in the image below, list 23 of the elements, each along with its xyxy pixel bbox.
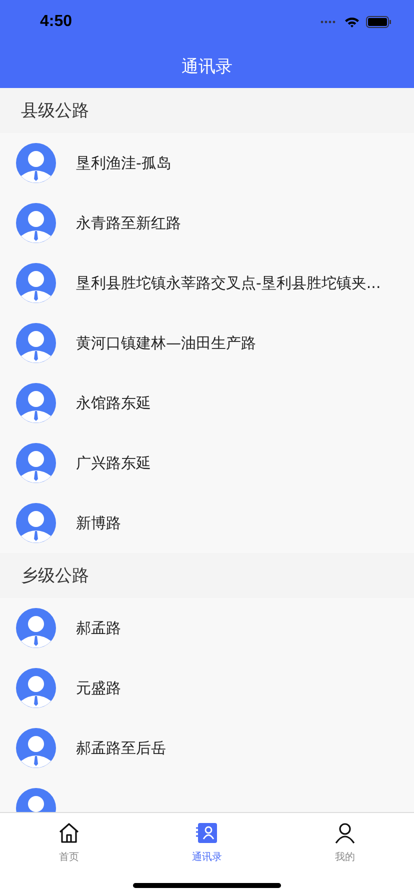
avatar-icon [16,263,56,303]
tab-item[interactable]: 通讯录 [138,813,276,865]
avatar-icon [16,668,56,708]
section-header: 乡级公路 [0,553,414,598]
avatar-icon [16,608,56,648]
avatar-icon [16,728,56,768]
section-header: 县级公路 [0,88,414,133]
home-icon [57,821,81,845]
wifi-icon [344,16,360,28]
tab-item[interactable]: 我的 [276,813,414,865]
avatar-icon [16,323,56,363]
avatar-icon [16,143,56,183]
status-time: 4:50 [40,13,72,31]
avatar-icon [16,203,56,243]
page-title: 通讯录 [182,56,232,78]
tab-item[interactable]: 首页 [0,813,138,865]
signal-icon [320,20,338,24]
avatar-icon [16,383,56,423]
contacts-icon [195,821,219,845]
battery-icon [366,16,392,28]
person-icon [333,821,357,845]
avatar-icon [16,443,56,483]
avatar-icon [16,503,56,543]
